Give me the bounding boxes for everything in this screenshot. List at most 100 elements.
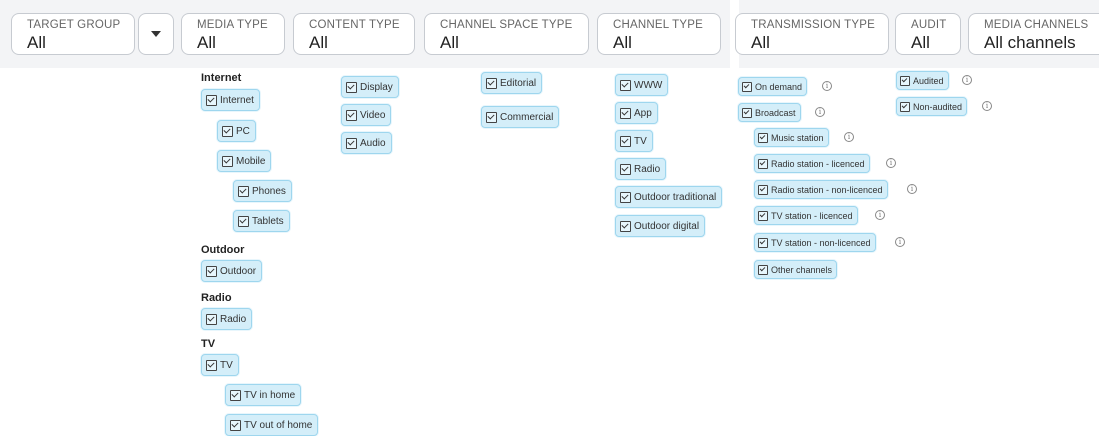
checkbox-checked-icon xyxy=(206,265,217,277)
media-type-option[interactable]: Phones xyxy=(233,180,292,202)
filter-value: All xyxy=(911,33,930,52)
filter-value: All channels xyxy=(984,33,1076,52)
checkbox-checked-icon xyxy=(222,125,233,137)
filter-value: All xyxy=(309,33,328,52)
checkbox-checked-icon xyxy=(758,210,768,221)
checkbox-checked-icon xyxy=(486,111,497,123)
channel-type-filter[interactable]: CHANNEL TYPE All xyxy=(597,13,721,55)
filter-label: TARGET GROUP xyxy=(27,19,121,31)
info-icon[interactable]: i xyxy=(895,237,905,247)
channel-type-option[interactable]: Radio xyxy=(615,158,667,180)
checkbox-checked-icon xyxy=(620,79,631,91)
transmission-type-option[interactable]: Radio station - non-licenced xyxy=(754,180,888,199)
checkbox-checked-icon xyxy=(206,94,217,106)
filter-label: CHANNEL SPACE TYPE xyxy=(440,19,573,31)
group-heading-outdoor: Outdoor xyxy=(201,244,245,256)
checkbox-checked-icon xyxy=(238,215,249,227)
channel-type-option[interactable]: Outdoor traditional xyxy=(615,186,723,208)
channel-space-type-filter[interactable]: CHANNEL SPACE TYPE All xyxy=(424,13,589,55)
checkbox-checked-icon xyxy=(758,158,768,169)
filter-label: CONTENT TYPE xyxy=(309,19,400,31)
info-icon[interactable]: i xyxy=(875,210,885,220)
channel-space-type-option[interactable]: Editorial xyxy=(481,72,543,94)
checkbox-checked-icon xyxy=(346,81,357,93)
media-type-filter[interactable]: MEDIA TYPE All xyxy=(181,13,285,55)
audit-option[interactable]: Audited xyxy=(896,71,949,90)
info-icon[interactable]: i xyxy=(822,81,832,91)
media-type-option[interactable]: PC xyxy=(217,120,256,142)
checkbox-checked-icon xyxy=(486,77,497,89)
chevron-down-icon xyxy=(151,31,161,37)
checkbox-checked-icon xyxy=(222,155,233,167)
checkbox-checked-icon xyxy=(206,313,217,325)
media-type-option[interactable]: Tablets xyxy=(233,210,290,232)
checkbox-checked-icon xyxy=(758,132,768,143)
channel-type-option[interactable]: WWW xyxy=(615,74,669,96)
transmission-type-option[interactable]: TV station - non-licenced xyxy=(754,233,876,252)
content-type-option[interactable]: Video xyxy=(341,104,392,126)
target-group-dropdown-button[interactable] xyxy=(138,13,174,55)
transmission-type-option[interactable]: Music station xyxy=(754,128,829,147)
checkbox-checked-icon xyxy=(230,389,241,401)
group-heading-tv: TV xyxy=(201,338,216,350)
info-icon[interactable]: i xyxy=(844,132,854,142)
filter-value: All xyxy=(27,33,46,52)
checkbox-checked-icon xyxy=(620,191,631,203)
group-heading-radio: Radio xyxy=(201,292,232,304)
checkbox-checked-icon xyxy=(620,220,631,232)
target-group-filter[interactable]: TARGET GROUP All xyxy=(11,13,135,55)
content-type-filter[interactable]: CONTENT TYPE All xyxy=(293,13,415,55)
media-type-option[interactable]: Radio xyxy=(201,308,253,330)
checkbox-checked-icon xyxy=(620,163,631,175)
filter-label: MEDIA TYPE xyxy=(197,19,268,31)
checkbox-checked-icon xyxy=(620,107,631,119)
filter-label: MEDIA CHANNELS xyxy=(984,19,1089,31)
info-icon[interactable]: i xyxy=(962,75,972,85)
media-channels-filter[interactable]: MEDIA CHANNELS All channels xyxy=(968,13,1099,55)
info-icon[interactable]: i xyxy=(907,184,917,194)
transmission-type-option[interactable]: TV station - licenced xyxy=(754,206,858,225)
transmission-type-option[interactable]: Broadcast xyxy=(738,103,801,122)
channel-space-type-option[interactable]: Commercial xyxy=(481,106,560,128)
channel-type-option[interactable]: Outdoor digital xyxy=(615,215,706,237)
checkbox-checked-icon xyxy=(238,185,249,197)
checkbox-checked-icon xyxy=(900,75,910,86)
checkbox-checked-icon xyxy=(346,137,357,149)
info-icon[interactable]: i xyxy=(982,101,992,111)
checkbox-checked-icon xyxy=(620,135,631,147)
checkbox-checked-icon xyxy=(758,264,768,275)
checkbox-checked-icon xyxy=(758,237,768,248)
group-heading-internet: Internet xyxy=(201,72,242,84)
channel-type-option[interactable]: App xyxy=(615,102,658,124)
info-icon[interactable]: i xyxy=(815,107,825,117)
transmission-type-option[interactable]: Radio station - licenced xyxy=(754,154,870,173)
filter-label: TRANSMISSION TYPE xyxy=(751,19,875,31)
transmission-type-option[interactable]: Other channels xyxy=(754,260,838,279)
media-type-option[interactable]: TV in home xyxy=(225,384,302,406)
checkbox-checked-icon xyxy=(742,107,752,118)
transmission-type-filter[interactable]: TRANSMISSION TYPE All xyxy=(735,13,889,55)
media-type-option[interactable]: TV out of home xyxy=(225,414,319,436)
filter-value: All xyxy=(197,33,216,52)
transmission-type-option[interactable]: On demand xyxy=(738,77,808,96)
media-type-option[interactable]: Internet xyxy=(201,89,260,111)
checkbox-checked-icon xyxy=(206,359,217,371)
channel-type-option[interactable]: TV xyxy=(615,130,653,152)
media-type-option[interactable]: Mobile xyxy=(217,150,272,172)
info-icon[interactable]: i xyxy=(886,158,896,168)
media-type-option[interactable]: TV xyxy=(201,354,239,376)
checkbox-checked-icon xyxy=(900,101,910,112)
media-type-option[interactable]: Outdoor xyxy=(201,260,263,282)
checkbox-checked-icon xyxy=(742,81,752,92)
filter-value: All xyxy=(751,33,770,52)
filter-value: All xyxy=(440,33,459,52)
content-type-option[interactable]: Audio xyxy=(341,132,392,154)
checkbox-checked-icon xyxy=(230,419,241,431)
audit-filter[interactable]: AUDIT All xyxy=(895,13,961,55)
content-type-option[interactable]: Display xyxy=(341,76,399,98)
filter-value: All xyxy=(613,33,632,52)
filter-label: AUDIT xyxy=(911,19,947,31)
audit-option[interactable]: Non-audited xyxy=(896,97,968,116)
checkbox-checked-icon xyxy=(346,109,357,121)
checkbox-checked-icon xyxy=(758,184,768,195)
